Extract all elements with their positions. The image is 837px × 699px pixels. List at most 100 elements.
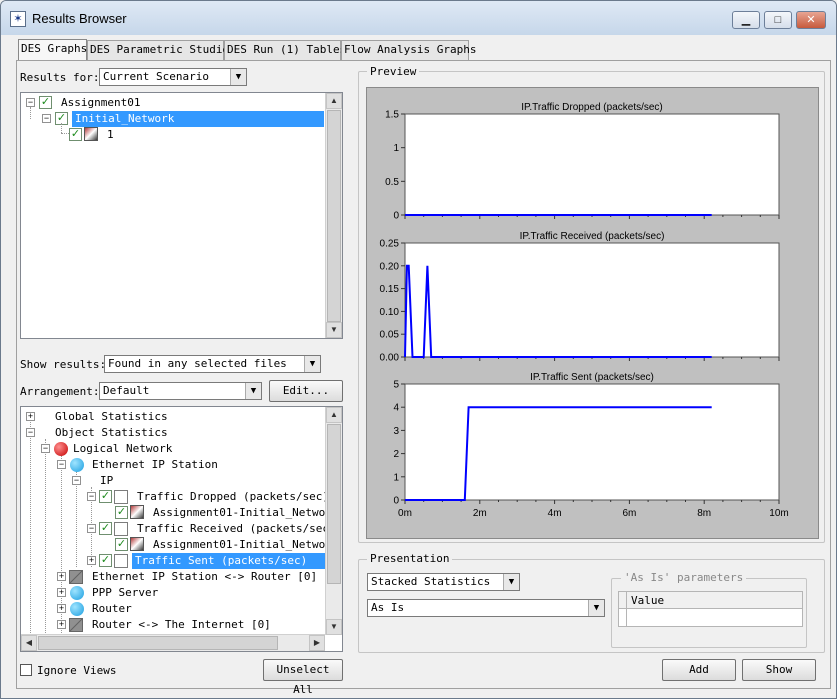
y-tick-label: 0.00 [380,353,400,364]
as-is-parameters-label: 'As Is' parameters [621,571,747,584]
title-bar[interactable]: ✶ Results Browser ▁ □ ✕ [1,1,836,35]
tree-node-label: Traffic Received (packets/sec) [137,522,336,535]
scroll-left-icon[interactable]: ◀ [21,635,37,651]
maximize-button[interactable]: □ [764,11,792,29]
collapse-icon[interactable]: − [41,444,50,453]
tree-node-traffic-dropped[interactable]: − ✓ Traffic Dropped (packets/sec) [86,489,329,505]
scenario-tree-scrollbar[interactable]: ▲ ▼ [325,93,342,338]
scroll-right-icon[interactable]: ▶ [309,635,325,651]
scroll-thumb[interactable] [327,424,341,584]
scenario-tree[interactable]: − ✓ Assignment01 − ✓ Initial_Network ✓ 1… [20,92,343,339]
tree-node-global-statistics[interactable]: + Global Statistics [25,409,325,425]
chart-title: IP.Traffic Received (packets/sec) [520,231,665,242]
tree-node-ip[interactable]: − IP [71,473,271,489]
chevron-down-icon[interactable]: ▼ [503,574,519,590]
tree-node-router[interactable]: + Router [56,601,326,617]
node-icon [70,586,84,600]
scroll-up-icon[interactable]: ▲ [326,407,342,423]
statistics-tree-vscrollbar[interactable]: ▲ ▼ [325,407,342,635]
y-tick-label: 5 [393,380,399,391]
checkbox-checked-icon[interactable]: ✓ [115,538,128,551]
close-button[interactable]: ✕ [796,11,826,29]
tree-node-router-internet-link[interactable]: + Router <-> The Internet [0] [56,617,326,633]
as-is-parameters-grid[interactable]: Value [618,591,803,627]
expand-icon[interactable]: + [57,604,66,613]
chevron-down-icon[interactable]: ▼ [245,383,261,399]
checkbox-checked-icon[interactable]: ✓ [69,128,82,141]
unselect-all-button[interactable]: Unselect All [263,659,343,696]
minimize-icon: ▁ [741,14,751,26]
y-tick-label: 1 [393,472,399,483]
scroll-up-icon[interactable]: ▲ [326,93,342,109]
checkbox-checked-icon[interactable]: ✓ [99,554,112,567]
expand-icon[interactable]: + [57,572,66,581]
y-tick-label: 4 [393,403,399,414]
collapse-icon[interactable]: − [26,98,35,107]
presentation-style-select[interactable]: As Is ▼ [367,599,605,617]
show-button[interactable]: Show [742,659,816,681]
tree-node-traffic-sent[interactable]: + ✓ Traffic Sent (packets/sec) [86,553,326,569]
show-results-value: Found in any selected files [108,357,287,370]
checkbox-checked-icon[interactable]: ✓ [39,96,52,109]
link-icon [69,570,83,584]
tree-node-label: 1 [107,128,114,141]
tree-node-ethernet-ip-station[interactable]: − Ethernet IP Station [56,457,336,473]
tree-node-dropped-scenario[interactable]: ✓ Assignment01-Initial_Network- [115,505,342,521]
collapse-icon[interactable]: − [26,428,35,437]
scroll-down-icon[interactable]: ▼ [326,322,342,338]
tree-node-label: IP [100,474,114,487]
tree-node-label: Traffic Sent (packets/sec) [132,553,325,569]
show-results-select[interactable]: Found in any selected files ▼ [104,355,321,373]
collapse-icon[interactable]: − [72,476,81,485]
chevron-down-icon[interactable]: ▼ [230,69,246,85]
chart-title: IP.Traffic Sent (packets/sec) [530,372,654,383]
expand-icon[interactable]: + [57,588,66,597]
scroll-thumb[interactable] [38,636,278,650]
collapse-icon[interactable]: − [57,460,66,469]
presentation-mode-value: Stacked Statistics [371,575,491,588]
minimize-button[interactable]: ▁ [732,11,760,29]
ignore-views-checkbox[interactable] [20,664,32,676]
arrangement-select[interactable]: Default ▼ [99,382,262,400]
tree-node-received-scenario[interactable]: ✓ Assignment01-Initial_Network- [115,537,342,553]
tree-node-ethernet-router-link[interactable]: + Ethernet IP Station <-> Router [0] [56,569,326,585]
tree-node-traffic-received[interactable]: − ✓ Traffic Received (packets/sec) [86,521,336,537]
tree-node-label: Assignment01-Initial_Network- [153,506,343,519]
y-tick-label: 0.05 [380,330,400,341]
expand-icon[interactable]: + [26,412,35,421]
add-button[interactable]: Add [662,659,736,681]
tab-des-parametric-studies[interactable]: DES Parametric Studies [87,40,236,60]
tree-node-label: Initial_Network [72,111,324,127]
tree-node-object-statistics[interactable]: − Object Statistics [25,425,325,441]
tab-des-run-tables[interactable]: DES Run (1) Tables [224,40,346,60]
tree-node-logical-network[interactable]: − Logical Network [40,441,340,457]
tab-des-graphs[interactable]: DES Graphs [18,39,87,61]
expand-icon[interactable]: + [87,556,96,565]
tree-node-initial-network[interactable]: − ✓ Initial_Network [41,111,341,127]
statistics-tree-hscrollbar[interactable]: ◀ ▶ [21,634,325,651]
tree-node-assignment01[interactable]: − ✓ Assignment01 [25,95,225,111]
checkbox-checked-icon[interactable]: ✓ [115,506,128,519]
network-icon [54,442,68,456]
checkbox-checked-icon[interactable]: ✓ [99,522,112,535]
x-tick-label: 8m [697,508,711,519]
scroll-thumb[interactable] [327,110,341,322]
collapse-icon[interactable]: − [87,492,96,501]
expand-icon[interactable]: + [57,620,66,629]
scroll-down-icon[interactable]: ▼ [326,619,342,635]
results-for-select[interactable]: Current Scenario ▼ [99,68,247,86]
chevron-down-icon[interactable]: ▼ [304,356,320,372]
plot-area [404,383,780,501]
collapse-icon[interactable]: − [87,524,96,533]
edit-arrangement-button[interactable]: Edit... [269,380,343,402]
collapse-icon[interactable]: − [42,114,51,123]
presentation-style-value: As Is [371,601,405,614]
presentation-mode-select[interactable]: Stacked Statistics ▼ [367,573,520,591]
tree-node-run-1[interactable]: ✓ 1 [69,127,169,143]
tree-node-ppp-server[interactable]: + PPP Server [56,585,326,601]
tab-flow-analysis-graphs[interactable]: Flow Analysis Graphs [341,40,476,60]
node-icon [70,602,84,616]
chevron-down-icon[interactable]: ▼ [588,600,604,616]
statistics-tree[interactable]: + Global Statistics − Object Statistics … [20,406,343,652]
checkbox-checked-icon[interactable]: ✓ [99,490,112,503]
